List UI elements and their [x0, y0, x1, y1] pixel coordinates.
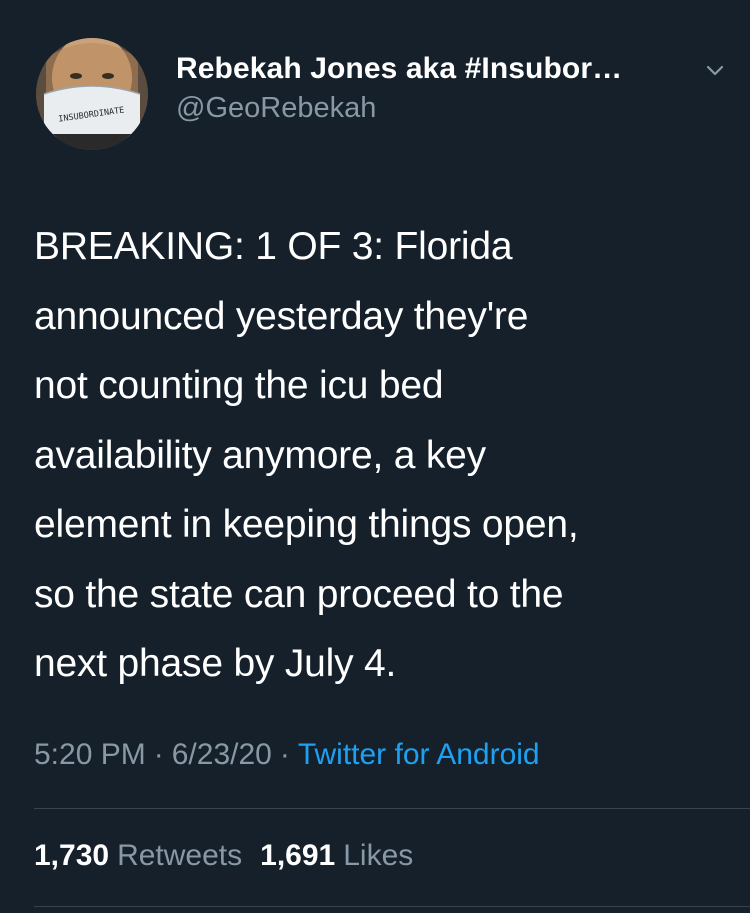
retweets-label: Retweets	[117, 839, 243, 872]
retweets-count: 1,730	[34, 839, 110, 872]
meta-separator: ·	[279, 738, 290, 771]
likes-stat[interactable]: 1,691 Likes	[260, 839, 413, 872]
author-names[interactable]: Rebekah Jones aka #Insubor… @GeoRebekah	[176, 52, 622, 125]
likes-label: Likes	[343, 839, 414, 872]
tweet-header: INSUBORDINATE Rebekah Jones aka #Insubor…	[36, 38, 726, 150]
retweets-stat[interactable]: 1,730 Retweets	[34, 839, 242, 872]
avatar[interactable]: INSUBORDINATE	[36, 38, 148, 150]
chevron-down-icon[interactable]	[704, 60, 726, 82]
tweet-stats: 1,730 Retweets 1,691 Likes	[34, 839, 413, 873]
tweet-detail: INSUBORDINATE Rebekah Jones aka #Insubor…	[0, 0, 750, 913]
tweet-text: BREAKING: 1 OF 3: Florida announced yest…	[34, 225, 579, 685]
tweet-date[interactable]: 6/23/20	[172, 738, 272, 771]
divider	[34, 808, 750, 809]
author-handle[interactable]: @GeoRebekah	[176, 92, 622, 125]
meta-separator: ·	[153, 738, 164, 771]
tweet-source-link[interactable]: Twitter for Android	[298, 738, 540, 771]
tweet-meta: 5:20 PM · 6/23/20 · Twitter for Android	[34, 738, 540, 772]
likes-count: 1,691	[260, 839, 336, 872]
author-display-name[interactable]: Rebekah Jones aka #Insubor…	[176, 52, 622, 86]
tweet-time[interactable]: 5:20 PM	[34, 738, 146, 771]
avatar-image: INSUBORDINATE	[36, 38, 148, 150]
divider	[34, 906, 750, 907]
